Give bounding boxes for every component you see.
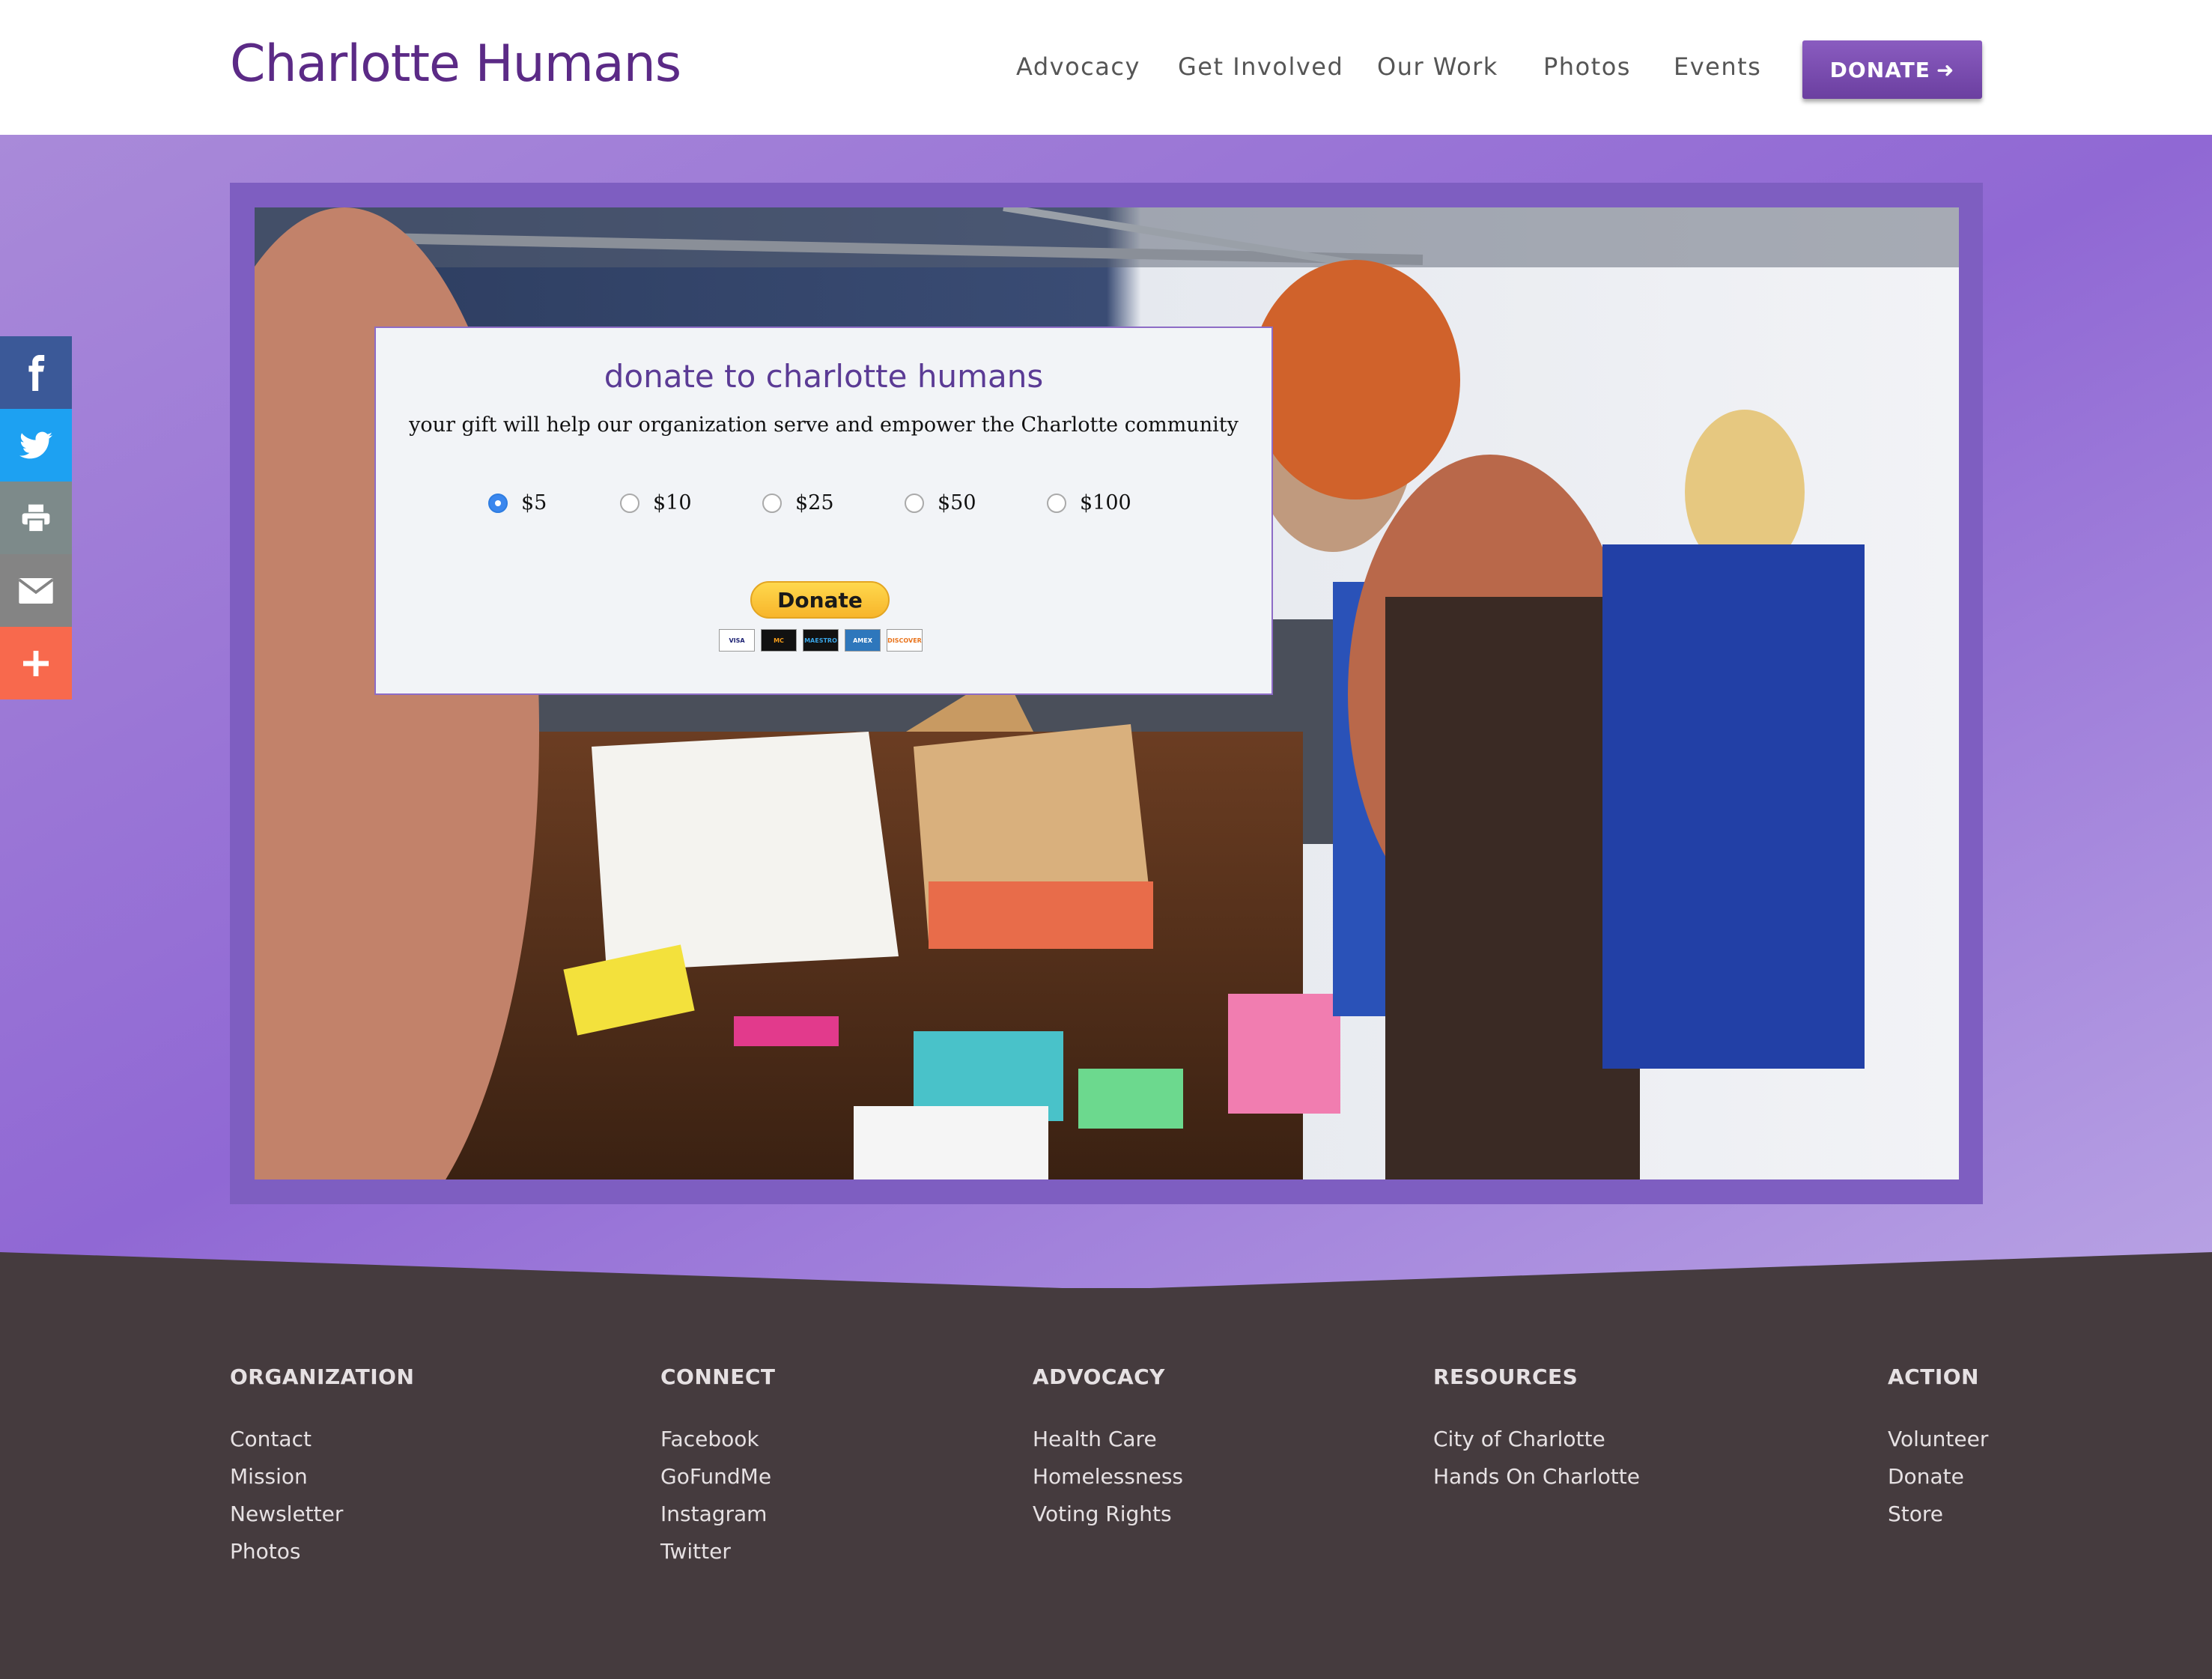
facebook-icon bbox=[28, 354, 45, 391]
donate-card-subtitle: your gift will help our organization ser… bbox=[409, 413, 1239, 437]
radio-button[interactable] bbox=[1047, 493, 1066, 513]
discover-icon: DISCOVER bbox=[887, 629, 923, 652]
footer-column-action: ACTION Volunteer Donate Store bbox=[1888, 1364, 1988, 1533]
visa-icon: VISA bbox=[719, 629, 755, 652]
amount-option-100[interactable]: $100 bbox=[1047, 491, 1131, 514]
nav-events[interactable]: Events bbox=[1674, 52, 1761, 81]
nav-advocacy[interactable]: Advocacy bbox=[1016, 52, 1140, 81]
footer-link-twitter[interactable]: Twitter bbox=[660, 1533, 776, 1570]
footer-link-health-care[interactable]: Health Care bbox=[1033, 1421, 1183, 1458]
donate-card-title: donate to charlotte humans bbox=[604, 358, 1044, 395]
amount-options: $5 $10 $25 $50 $100 bbox=[488, 491, 1162, 521]
footer-link-hands-on-charlotte[interactable]: Hands On Charlotte bbox=[1433, 1458, 1640, 1496]
footer-link-mission[interactable]: Mission bbox=[230, 1458, 414, 1496]
radio-button[interactable] bbox=[620, 493, 639, 513]
radio-button[interactable] bbox=[905, 493, 924, 513]
print-button[interactable] bbox=[0, 482, 72, 554]
print-icon bbox=[22, 504, 50, 532]
amount-label: $100 bbox=[1080, 491, 1131, 514]
amount-option-50[interactable]: $50 bbox=[905, 491, 976, 514]
nav-photos[interactable]: Photos bbox=[1543, 52, 1631, 81]
footer-link-gofundme[interactable]: GoFundMe bbox=[660, 1458, 776, 1496]
nav-get-involved[interactable]: Get Involved bbox=[1178, 52, 1343, 81]
social-share-bar bbox=[0, 336, 72, 699]
footer-link-donate[interactable]: Donate bbox=[1888, 1458, 1988, 1496]
footer-link-store[interactable]: Store bbox=[1888, 1496, 1988, 1533]
radio-button[interactable] bbox=[762, 493, 782, 513]
paypal-donate-button[interactable]: Donate bbox=[750, 581, 890, 619]
header-donate-button[interactable]: DONATE ➜ bbox=[1802, 40, 1982, 99]
footer-link-city-of-charlotte[interactable]: City of Charlotte bbox=[1433, 1421, 1640, 1458]
footer-heading: CONNECT bbox=[660, 1364, 776, 1389]
twitter-icon bbox=[19, 431, 52, 458]
footer-link-facebook[interactable]: Facebook bbox=[660, 1421, 776, 1458]
amount-option-10[interactable]: $10 bbox=[620, 491, 692, 514]
footer-column-resources: RESOURCES City of Charlotte Hands On Cha… bbox=[1433, 1364, 1640, 1496]
amex-icon: AMEX bbox=[845, 629, 881, 652]
footer-link-photos[interactable]: Photos bbox=[230, 1533, 414, 1570]
amount-label: $5 bbox=[521, 491, 547, 514]
donate-card: donate to charlotte humans your gift wil… bbox=[374, 327, 1273, 695]
plus-icon bbox=[23, 650, 49, 676]
twitter-share-button[interactable] bbox=[0, 409, 72, 482]
arrow-right-icon: ➜ bbox=[1936, 57, 1955, 82]
email-share-button[interactable] bbox=[0, 554, 72, 627]
footer-link-voting-rights[interactable]: Voting Rights bbox=[1033, 1496, 1183, 1533]
footer-column-organization: ORGANIZATION Contact Mission Newsletter … bbox=[230, 1364, 414, 1570]
footer-link-homelessness[interactable]: Homelessness bbox=[1033, 1458, 1183, 1496]
maestro-icon: MAESTRO bbox=[803, 629, 839, 652]
radio-button[interactable] bbox=[488, 493, 508, 513]
footer-link-newsletter[interactable]: Newsletter bbox=[230, 1496, 414, 1533]
footer-heading: RESOURCES bbox=[1433, 1364, 1579, 1389]
amount-label: $25 bbox=[795, 491, 834, 514]
amount-option-25[interactable]: $25 bbox=[762, 491, 834, 514]
amount-label: $50 bbox=[938, 491, 976, 514]
nav-our-work[interactable]: Our Work bbox=[1377, 52, 1498, 81]
amount-label: $10 bbox=[653, 491, 692, 514]
email-icon bbox=[19, 577, 53, 604]
facebook-share-button[interactable] bbox=[0, 336, 72, 409]
footer-heading: ADVOCACY bbox=[1033, 1364, 1165, 1389]
site-header: Charlotte Humans Advocacy Get Involved O… bbox=[0, 0, 2212, 135]
footer-link-instagram[interactable]: Instagram bbox=[660, 1496, 776, 1533]
footer-link-volunteer[interactable]: Volunteer bbox=[1888, 1421, 1988, 1458]
site-logo[interactable]: Charlotte Humans bbox=[230, 34, 681, 94]
donate-button-label: DONATE bbox=[1829, 57, 1930, 82]
more-share-button[interactable] bbox=[0, 627, 72, 699]
footer-link-contact[interactable]: Contact bbox=[230, 1421, 414, 1458]
footer-heading: ACTION bbox=[1888, 1364, 1979, 1389]
mastercard-icon: MC bbox=[761, 629, 797, 652]
accepted-cards: VISA MC MAESTRO AMEX DISCOVER bbox=[719, 629, 923, 652]
footer-divider bbox=[0, 1252, 2212, 1311]
footer-column-connect: CONNECT Facebook GoFundMe Instagram Twit… bbox=[660, 1364, 776, 1570]
footer-column-advocacy: ADVOCACY Health Care Homelessness Voting… bbox=[1033, 1364, 1183, 1533]
amount-option-5[interactable]: $5 bbox=[488, 491, 547, 514]
footer-heading: ORGANIZATION bbox=[230, 1364, 415, 1389]
